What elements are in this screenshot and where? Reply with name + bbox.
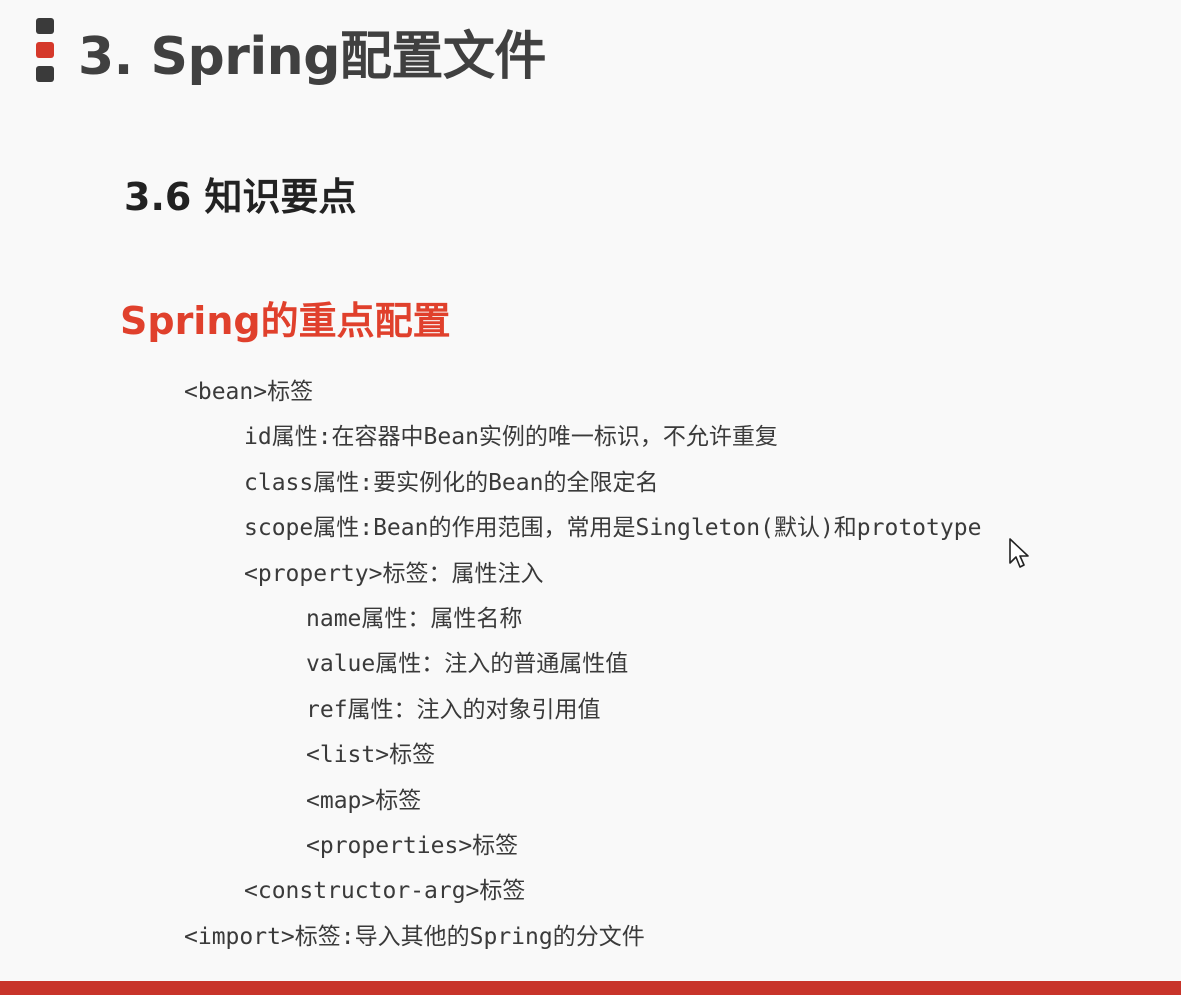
list-item: <properties>标签 xyxy=(306,833,519,859)
list-item: value属性：注入的普通属性值 xyxy=(306,651,629,678)
list-item: ref属性：注入的对象引用值 xyxy=(306,696,601,723)
section-title: Spring的重点配置 xyxy=(120,299,451,343)
list-item: class属性:要实例化的Bean的全限定名 xyxy=(244,469,659,496)
list-item: <constructor-arg>标签 xyxy=(244,878,526,905)
list-item: scope属性:Bean的作用范围，常用是Singleton(默认)和proto… xyxy=(244,515,982,542)
list-item: name属性：属性名称 xyxy=(306,606,523,632)
list-item: <map>标签 xyxy=(306,787,422,814)
list-item: <bean>标签 xyxy=(184,379,314,405)
list-item: <property>标签：属性注入 xyxy=(244,560,544,587)
mouse-pointer-icon xyxy=(1009,538,1029,568)
title-marker-icon xyxy=(36,18,54,82)
main-title: 3. Spring配置文件 xyxy=(78,27,546,87)
list-item: <import>标签:导入其他的Spring的分文件 xyxy=(184,923,645,950)
list-item: <list>标签 xyxy=(306,742,436,769)
footer-bar xyxy=(0,981,1181,995)
list-item: id属性:在容器中Bean实例的唯一标识，不允许重复 xyxy=(244,424,778,451)
sub-title: 3.6 知识要点 xyxy=(124,175,357,219)
slide: 3. Spring配置文件 3.6 知识要点 Spring的重点配置 <bean… xyxy=(0,0,1181,995)
